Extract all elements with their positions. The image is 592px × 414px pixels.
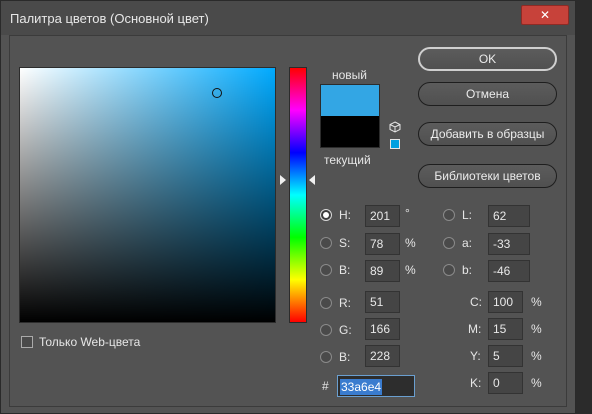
- brightness-input[interactable]: 89: [365, 260, 400, 282]
- lab-b-radio[interactable]: [443, 264, 455, 276]
- web-colors-checkbox[interactable]: [21, 336, 33, 348]
- color-field[interactable]: [19, 67, 276, 323]
- black-unit: %: [531, 376, 542, 390]
- cyan-label: C:: [470, 295, 482, 309]
- blue-label: B:: [339, 350, 351, 364]
- new-color-swatch: [320, 84, 380, 116]
- green-label: G:: [339, 323, 352, 337]
- green-input[interactable]: 166: [365, 318, 400, 340]
- add-to-swatches-button[interactable]: Добавить в образцы: [418, 122, 557, 146]
- lab-a-radio[interactable]: [443, 237, 455, 249]
- blue-radio[interactable]: [320, 351, 332, 363]
- cancel-button[interactable]: Отмена: [418, 82, 557, 106]
- web-colors-label: Только Web-цвета: [39, 335, 141, 349]
- magenta-label: M:: [468, 322, 482, 336]
- red-input[interactable]: 51: [365, 291, 400, 313]
- ok-button[interactable]: OK: [418, 47, 557, 71]
- hue-slider-right-arrow-icon[interactable]: [309, 175, 315, 185]
- hue-radio[interactable]: [320, 209, 332, 221]
- color-field-cursor[interactable]: [212, 88, 222, 98]
- close-icon: ✕: [539, 8, 551, 22]
- lab-b-label: b:: [462, 263, 473, 277]
- hex-value: 33a6e4: [340, 379, 383, 395]
- hue-unit: °: [405, 206, 410, 220]
- cyan-unit: %: [531, 295, 542, 309]
- hue-input[interactable]: 201: [365, 205, 400, 227]
- saturation-input[interactable]: 78: [365, 233, 400, 255]
- new-color-label: новый: [332, 68, 368, 82]
- color-picker-dialog: Палитра цветов (Основной цвет) ✕ новый т…: [0, 0, 576, 414]
- red-label: R:: [339, 296, 351, 310]
- lab-l-label: L:: [462, 208, 473, 222]
- brightness-label: B:: [339, 263, 351, 277]
- close-button[interactable]: ✕: [521, 5, 569, 25]
- magenta-input[interactable]: 15: [488, 318, 523, 340]
- hue-slider[interactable]: [289, 67, 307, 323]
- hex-input[interactable]: 33a6e4: [337, 375, 415, 397]
- title-bar[interactable]: Палитра цветов (Основной цвет) ✕: [1, 1, 575, 35]
- hex-label: #: [322, 379, 329, 393]
- lab-l-input[interactable]: 62: [488, 205, 530, 227]
- magenta-unit: %: [531, 322, 542, 336]
- web-safe-color-swatch[interactable]: [390, 139, 400, 149]
- cyan-input[interactable]: 100: [488, 291, 523, 313]
- current-color-label: текущий: [324, 153, 371, 167]
- cube-icon[interactable]: [389, 121, 401, 133]
- brightness-unit: %: [405, 263, 416, 277]
- green-radio[interactable]: [320, 324, 332, 336]
- saturation-unit: %: [405, 236, 416, 250]
- saturation-label: S:: [339, 236, 351, 250]
- current-color-swatch[interactable]: [320, 116, 380, 148]
- brightness-radio[interactable]: [320, 264, 332, 276]
- lab-a-input[interactable]: -33: [488, 233, 530, 255]
- red-radio[interactable]: [320, 297, 332, 309]
- black-input[interactable]: 0: [488, 372, 523, 394]
- lab-l-radio[interactable]: [443, 209, 455, 221]
- yellow-input[interactable]: 5: [488, 345, 523, 367]
- yellow-label: Y:: [470, 349, 481, 363]
- color-libraries-button[interactable]: Библиотеки цветов: [418, 164, 557, 188]
- yellow-unit: %: [531, 349, 542, 363]
- window-title: Палитра цветов (Основной цвет): [10, 11, 209, 26]
- lab-a-label: a:: [462, 236, 473, 250]
- black-label: K:: [470, 376, 482, 390]
- saturation-radio[interactable]: [320, 237, 332, 249]
- hue-label: H:: [339, 208, 351, 222]
- blue-input[interactable]: 228: [365, 345, 400, 367]
- hue-slider-left-arrow-icon[interactable]: [280, 175, 286, 185]
- lab-b-input[interactable]: -46: [488, 260, 530, 282]
